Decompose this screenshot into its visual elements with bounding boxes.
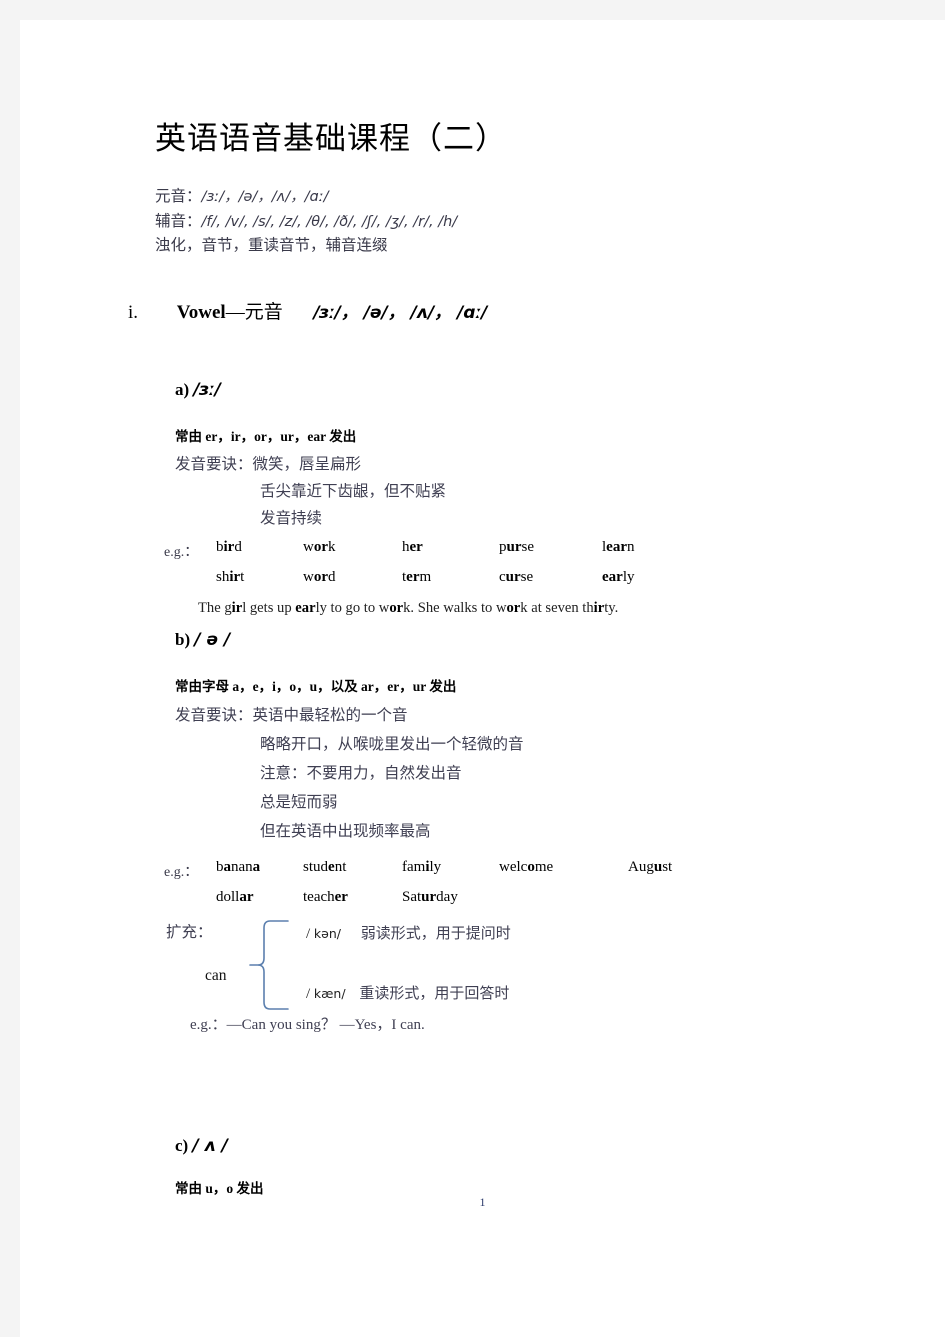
subsection-a-heading: a) /ɜː/ xyxy=(175,380,221,400)
section-ipa-list: /ɜː/， /ə/， /ʌ/， /ɑː/ xyxy=(313,303,488,323)
can-dialog-example: e.g.：—Can you sing？ —Yes，I can. xyxy=(190,1017,425,1033)
subsection-b-eg-label: e.g.： xyxy=(164,865,199,880)
word-item: welcome xyxy=(499,859,554,875)
summary-topics: 浊化，音节，重读音节，辅音连缀 xyxy=(155,237,388,254)
word-item: Saturday xyxy=(402,889,458,905)
subsection-a-ipa: /ɜː/ xyxy=(193,380,221,400)
subsection-b-tip-2: 略略开口，从喉咙里发出一个轻微的音 xyxy=(260,736,524,753)
subsection-b-tip-label: 发音要诀：英语中最轻松的一个音 xyxy=(175,707,408,724)
word-item: banana xyxy=(216,859,261,875)
word-item: her xyxy=(402,539,423,555)
word-item: August xyxy=(628,859,673,875)
sentence-text: The g xyxy=(198,600,232,616)
page-number: 1 xyxy=(479,1195,486,1209)
word-item: early xyxy=(602,569,635,585)
sentence-highlight: or xyxy=(506,600,521,616)
subsection-c-ipa: / ʌ / xyxy=(192,1136,228,1156)
summary-vowel-label: 元音： xyxy=(155,188,202,205)
subsection-a-tip-label: 发音要诀：微笑，唇呈扁形 xyxy=(175,456,362,473)
subsection-b-ipa: / ə / xyxy=(194,630,231,650)
word-item: student xyxy=(303,859,347,875)
sentence-text: ly to go to w xyxy=(315,600,390,616)
subsection-c-heading: c) / ʌ / xyxy=(175,1136,228,1156)
summary-vowel-list: /ɜː/，/ə/，/ʌ/，/ɑː/ xyxy=(201,189,329,205)
subsection-c-rule: 常由 u，o 发出 xyxy=(175,1181,264,1196)
sentence-highlight: ear xyxy=(295,600,316,616)
subsection-c-marker: c) xyxy=(175,1136,189,1155)
sentence-highlight: ir xyxy=(231,600,243,616)
can-strong-form: / kæn/ 重读形式，用于回答时 xyxy=(306,986,510,1002)
word-item: shirt xyxy=(216,569,245,585)
sentence-text: k at seven th xyxy=(520,600,594,616)
word-item: curse xyxy=(499,569,534,585)
word-item: purse xyxy=(499,539,534,555)
subsection-a-marker: a) xyxy=(175,380,190,399)
subsection-a-eg-label: e.g.： xyxy=(164,545,199,560)
word-item: term xyxy=(402,569,432,585)
word-item: word xyxy=(303,569,336,585)
subsection-b-heading: b) / ə / xyxy=(175,630,230,650)
summary-consonant-list: /f/, /v/, /s/, /z/, /θ/, /ð/, /ʃ/, /ʒ/, … xyxy=(201,213,458,230)
subsection-b-tip-4: 总是短而弱 xyxy=(260,794,338,811)
sentence-text: ty. xyxy=(604,600,619,616)
subsection-b-rule: 常由字母 a，e，i，o，u，以及 ar，er，ur 发出 xyxy=(175,679,457,694)
section-title-en: Vowel xyxy=(176,302,226,323)
sentence-text: k. She walks to w xyxy=(403,600,507,616)
sentence-highlight: ir xyxy=(593,600,605,616)
word-item: teacher xyxy=(303,889,348,905)
sentence-text: l gets up xyxy=(242,600,296,616)
word-item: learn xyxy=(602,539,635,555)
document-page: 英语语音基础课程（二） 元音：/ɜː/，/ə/，/ʌ/，/ɑː/ 辅音：/f/,… xyxy=(20,20,945,1337)
summary-vowel-row: 元音：/ɜː/，/ə/，/ʌ/，/ɑː/ xyxy=(155,185,457,210)
curly-brace-icon xyxy=(248,918,292,1012)
summary-consonant-row: 辅音：/f/, /v/, /s/, /z/, /θ/, /ð/, /ʃ/, /ʒ… xyxy=(155,210,457,235)
can-weak-form: / kən/ 弱读形式，用于提问时 xyxy=(306,926,511,942)
sentence-highlight: or xyxy=(389,600,404,616)
can-word: can xyxy=(205,967,227,984)
section-title-cn: 元音 xyxy=(244,302,283,323)
section-dash: — xyxy=(225,302,245,323)
section-numeral: i. xyxy=(128,302,139,323)
subsection-a-example-sentence: The girl gets up early to go to work. Sh… xyxy=(198,600,618,617)
section-heading-vowel: i. Vowel—元音 /ɜː/， /ə/， /ʌ/， /ɑː/ xyxy=(128,297,487,324)
extension-label: 扩充： xyxy=(166,924,213,941)
subsection-a-rule: 常由 er，ir，or，ur，ear 发出 xyxy=(175,429,357,444)
subsection-a-tip-2: 舌尖靠近下齿龈，但不贴紧 xyxy=(260,483,447,500)
subsection-b-tip-5: 但在英语中出现频率最高 xyxy=(260,823,431,840)
word-item: bird xyxy=(216,539,242,555)
subsection-a-tip-3: 发音持续 xyxy=(260,510,323,527)
word-item: family xyxy=(402,859,442,875)
lesson-summary: 元音：/ɜː/，/ə/，/ʌ/，/ɑː/ 辅音：/f/, /v/, /s/, /… xyxy=(155,185,457,258)
subsection-b-tip-3: 注意：不要用力，自然发出音 xyxy=(260,765,462,782)
subsection-b-marker: b) xyxy=(175,630,191,649)
summary-consonant-label: 辅音： xyxy=(155,212,202,230)
word-item: work xyxy=(303,539,336,555)
page-title: 英语语音基础课程（二） xyxy=(155,121,507,156)
word-item: dollar xyxy=(216,889,254,905)
